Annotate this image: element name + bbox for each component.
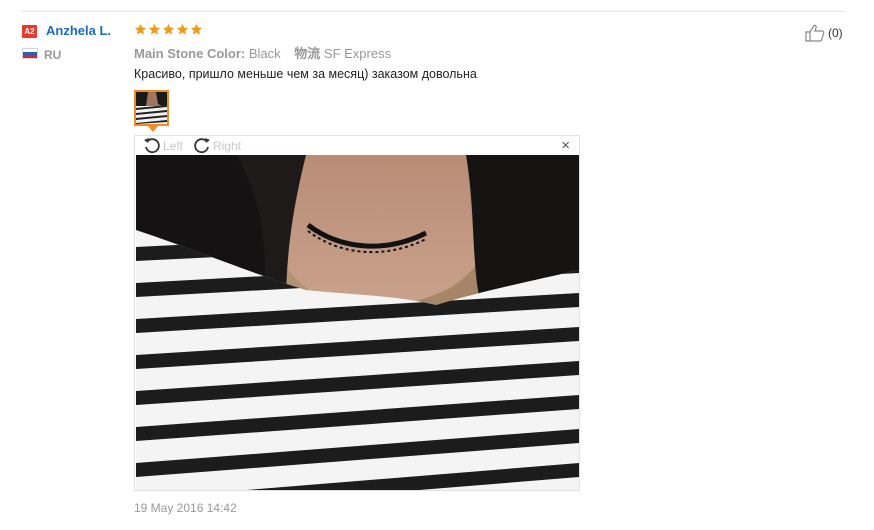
russia-flag-icon (22, 48, 38, 59)
star-rating (134, 23, 203, 36)
member-level-badge: A2 (22, 25, 37, 38)
thumbnail-image (136, 92, 167, 124)
review-photo (136, 155, 579, 490)
rotate-right-icon (194, 138, 210, 154)
order-attributes: Main Stone Color: Black 物流 SF Express (134, 43, 401, 62)
review-date: 19 May 2016 14:42 (134, 501, 237, 515)
thumbs-up-icon (805, 24, 825, 42)
rotate-left-label: Left (163, 139, 184, 153)
selfie-photo (136, 155, 579, 490)
rotate-right-button[interactable]: Right (193, 137, 241, 155)
photo-viewer: Left Right × (134, 135, 580, 491)
attribute-key: 物流 (294, 46, 321, 61)
attribute-key: Main Stone Color: (134, 46, 246, 61)
reviewer-country: RU (44, 48, 62, 62)
star-icon (134, 23, 147, 35)
review-photo-thumbnail[interactable] (134, 90, 169, 126)
review-text: Красиво, пришло меньше чем за месяц) зак… (134, 67, 477, 81)
reviewer-name[interactable]: Anzhela L. (46, 23, 111, 38)
star-icon (190, 23, 203, 35)
attribute-value: SF Express (323, 46, 392, 61)
close-viewer-button[interactable]: × (561, 138, 570, 154)
rotate-left-icon (144, 138, 160, 154)
helpful-count: (0) (828, 26, 843, 40)
star-icon (176, 23, 189, 35)
thumbnail-pointer (148, 126, 158, 132)
helpful-button[interactable]: (0) (805, 24, 843, 42)
rotate-left-button[interactable]: Left (143, 137, 183, 155)
rotate-right-label: Right (213, 139, 242, 153)
star-icon (148, 23, 161, 35)
attribute-value: Black (248, 46, 281, 61)
star-icon (162, 23, 175, 35)
top-divider (21, 11, 844, 12)
